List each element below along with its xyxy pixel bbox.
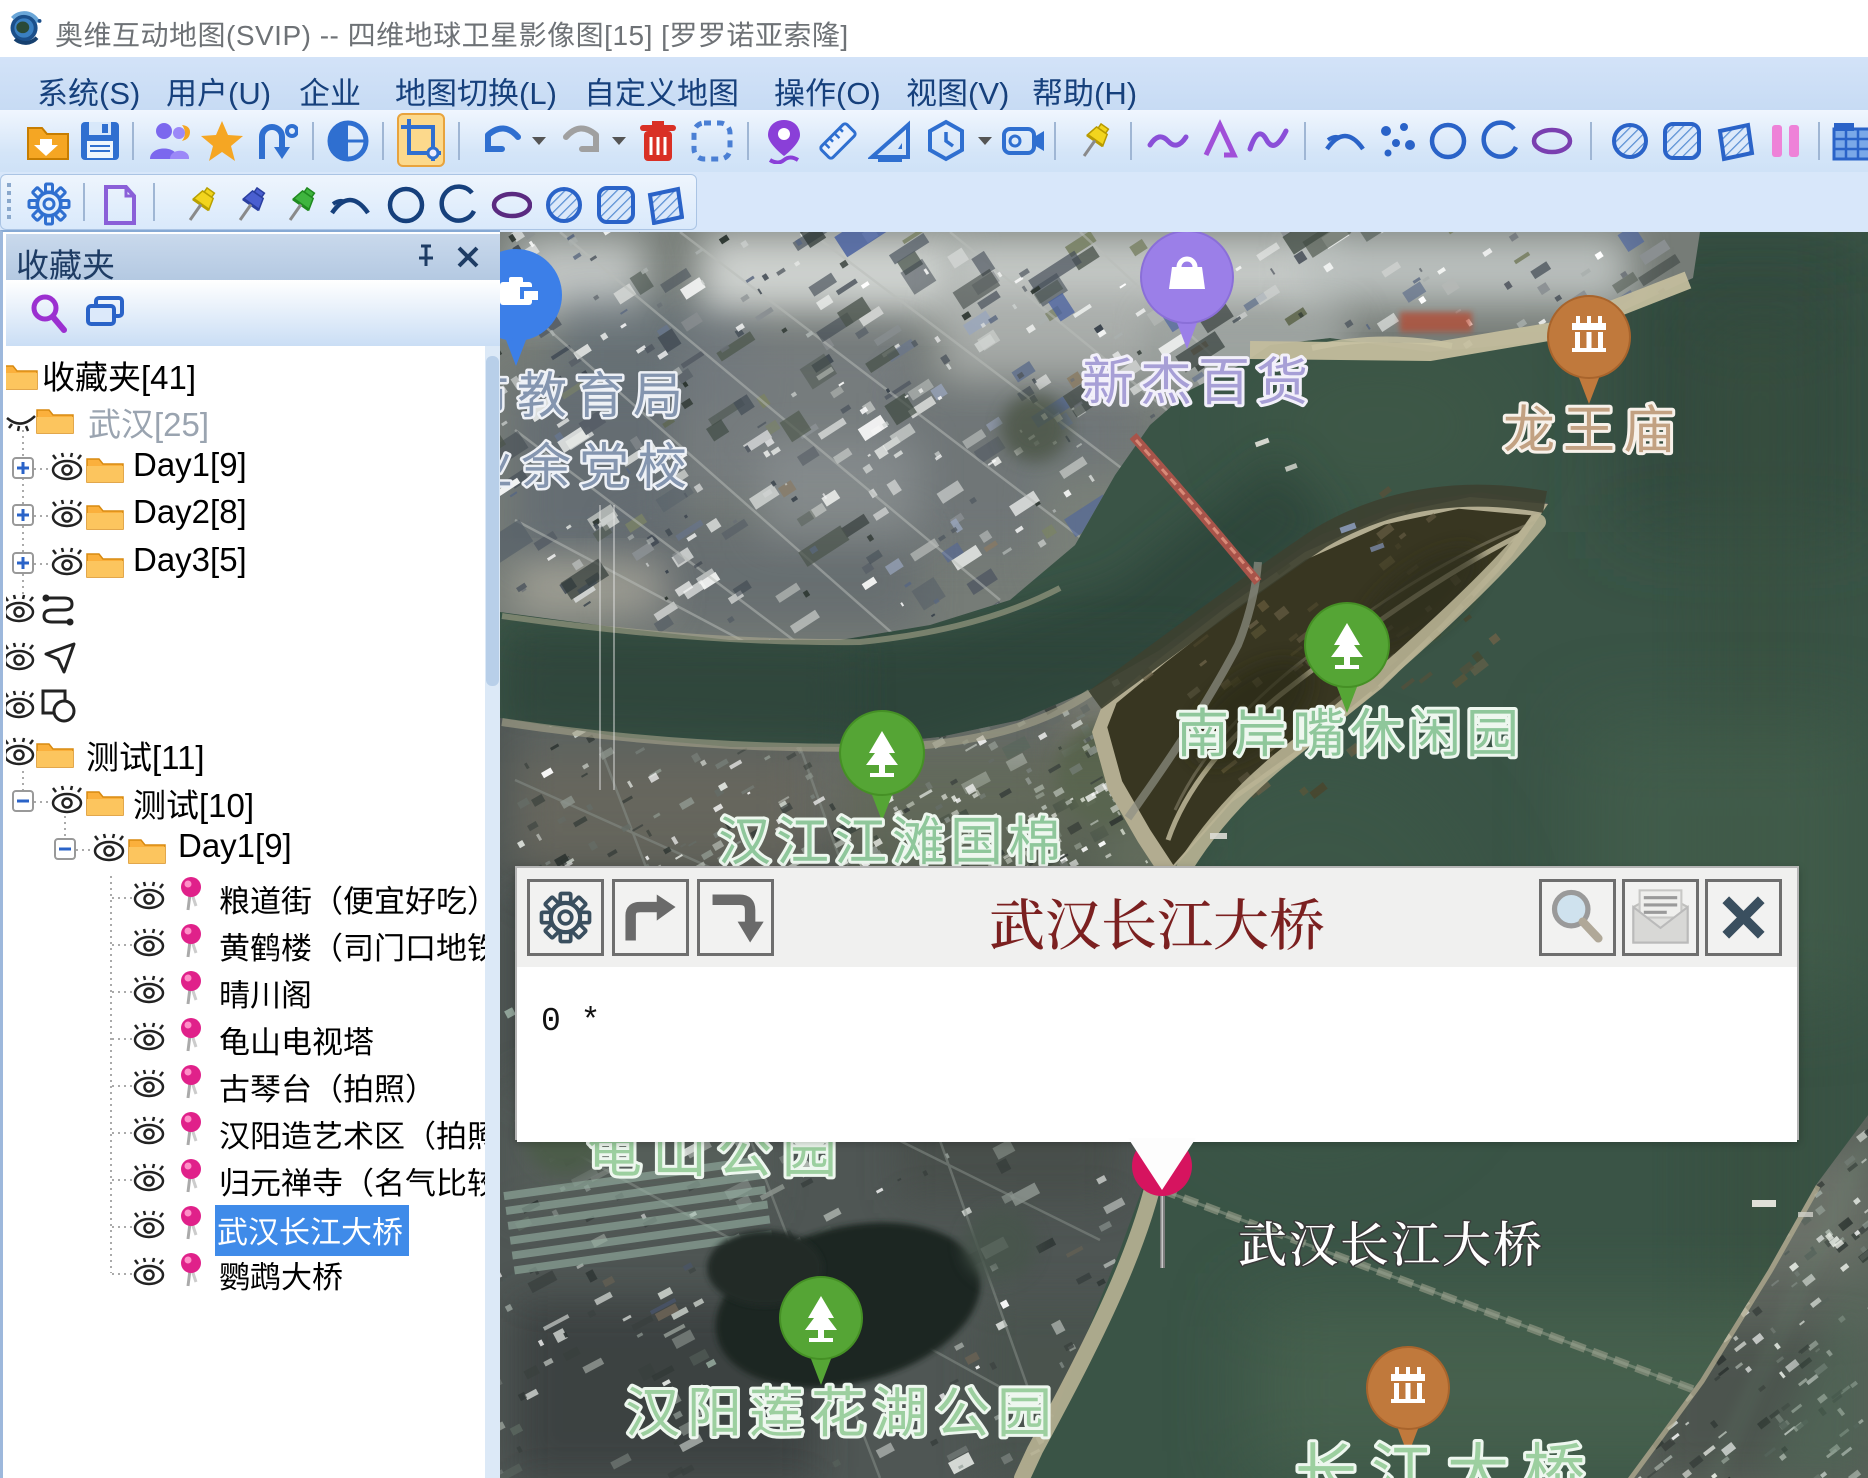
- svg-text:新杰百货: 新杰百货: [1082, 340, 1314, 415]
- svg-text:龙王庙: 龙王庙: [1503, 388, 1683, 463]
- svg-text:长江大桥: 长江大桥: [1295, 1422, 1599, 1478]
- svg-text:武汉长江大桥: 武汉长江大桥: [1238, 1207, 1544, 1277]
- svg-text:市教育局: 市教育局: [500, 356, 691, 428]
- svg-text:业余党校: 业余党校: [500, 427, 695, 499]
- svg-text:南岸嘴休闲园: 南岸嘴休闲园: [1176, 692, 1524, 768]
- svg-text:汉江江滩国棉: 汉江江滩国棉: [718, 800, 1066, 876]
- svg-text:汉阳莲花湖公园: 汉阳莲花湖公园: [625, 1368, 1059, 1448]
